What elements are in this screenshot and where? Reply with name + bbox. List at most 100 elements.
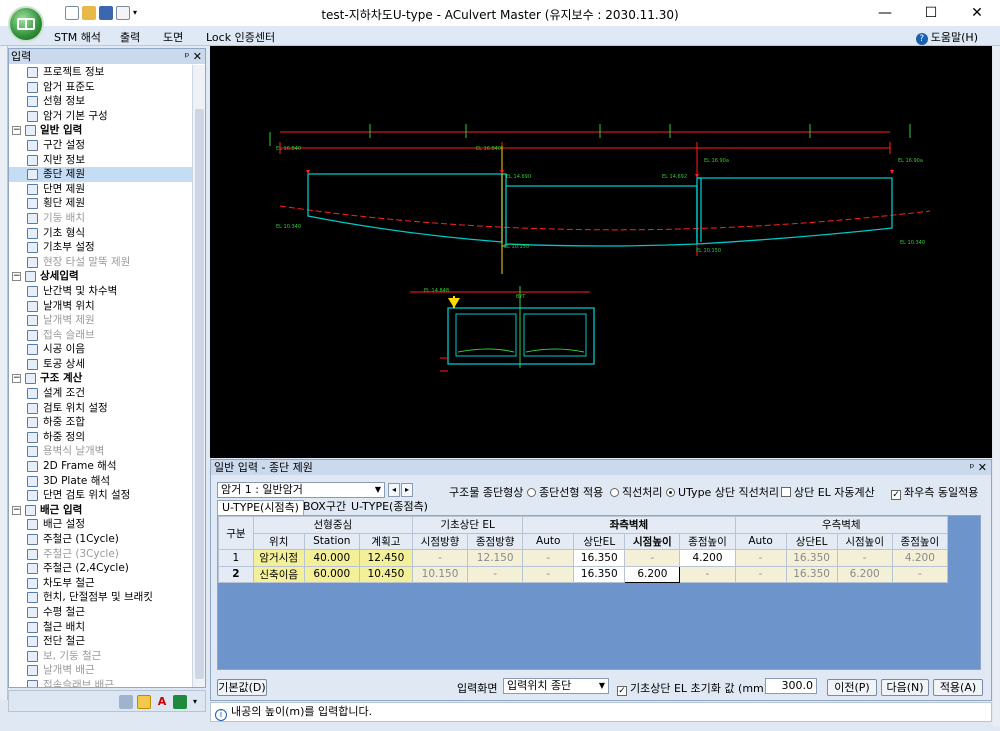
tree-item[interactable]: 하중 조합 [9, 415, 193, 430]
collapse-icon[interactable]: − [12, 505, 21, 515]
tree-scrollbar[interactable] [192, 65, 205, 687]
table-cell[interactable]: - [891, 565, 949, 583]
tree-view-icon[interactable] [137, 695, 151, 709]
tree-item[interactable]: 주철근 (2,4Cycle) [9, 561, 193, 576]
table-cell[interactable]: 40.000 [303, 549, 360, 567]
cad-drawing-view[interactable]: EL 16.840 EL 16.840 EL 14.690 EL 14.692 … [210, 46, 992, 458]
table-cell[interactable]: - [624, 549, 681, 567]
collapse-icon[interactable]: − [12, 126, 21, 136]
tree-category[interactable]: − 일반 입력 [9, 123, 193, 138]
table-cell[interactable]: - [679, 565, 736, 583]
table-cell[interactable]: 10.450 [358, 565, 413, 583]
input-screen-select[interactable]: 입력위치 종단 ▼ [503, 678, 609, 694]
tree-item[interactable]: 날개벽 제원 [9, 313, 193, 328]
tree-item[interactable]: 전단 철근 [9, 634, 193, 649]
table-cell[interactable]: 60.000 [303, 565, 360, 583]
maximize-button[interactable]: ☐ [908, 0, 954, 26]
tab-utype-end[interactable]: U-TYPE(종점측) [347, 500, 432, 515]
tree-item[interactable]: 기초부 설정 [9, 240, 193, 255]
table-cell[interactable]: 16.350 [785, 549, 838, 567]
table-cell[interactable]: 16.350 [573, 549, 626, 567]
table-cell[interactable]: 10.150 [411, 565, 469, 583]
tree-item[interactable]: 구간 설정 [9, 138, 193, 153]
tree-category[interactable]: − 상세입력 [9, 269, 193, 284]
tab-utype-start[interactable]: U-TYPE(시점측) [217, 500, 304, 515]
table-cell[interactable]: 16.350 [785, 565, 838, 583]
table-cell[interactable]: - [522, 565, 575, 583]
tree-item[interactable]: 주철근 (3Cycle) [9, 547, 193, 562]
tree-item[interactable]: 차도부 철근 [9, 576, 193, 591]
menu-stm[interactable]: STM 해석 [54, 29, 101, 45]
prev-box-icon[interactable]: ◂ [388, 483, 400, 497]
menu-output[interactable]: 출력 [120, 29, 140, 45]
table-cell[interactable]: 4.200 [679, 549, 736, 567]
scroll-thumb[interactable] [195, 109, 204, 679]
table-cell[interactable]: 6.200 [836, 565, 893, 583]
menu-lock[interactable]: Lock 인증센터 [206, 29, 275, 45]
tree-item[interactable]: 접속 슬래브 [9, 328, 193, 343]
tree-item[interactable]: 시공 이음 [9, 342, 193, 357]
minimize-button[interactable]: — [862, 0, 908, 26]
tree-item[interactable]: 배근 설정 [9, 517, 193, 532]
tree-item[interactable]: 암거 표준도 [9, 80, 193, 95]
table-cell[interactable]: - [411, 549, 469, 567]
radio-straight[interactable]: 직선처리 [610, 484, 662, 500]
tree-category[interactable]: − 구조 계산 [9, 371, 193, 386]
lr-same-checkbox[interactable]: ✓ 좌우측 동일적용 [891, 484, 978, 500]
next-button[interactable]: 다음(N) [881, 679, 929, 696]
tree-item[interactable]: 지반 정보 [9, 153, 193, 168]
dialog-pin-close[interactable]: ᵖ ✕ [970, 460, 987, 475]
table-cell[interactable]: 4.200 [891, 549, 949, 567]
table-cell[interactable]: - [836, 549, 893, 567]
toolbar-more-icon[interactable]: ▾ [193, 695, 207, 709]
prev-button[interactable]: 이전(P) [827, 679, 877, 696]
menu-drawing[interactable]: 도면 [163, 29, 183, 45]
auto-el-checkbox[interactable]: 상단 EL 자동계산 [781, 484, 875, 500]
apply-button[interactable]: 적용(A) [933, 679, 983, 696]
tree-item[interactable]: 날개벽 배근 [9, 663, 193, 678]
pdf-icon[interactable]: A [155, 695, 169, 709]
tree-item[interactable]: 기둥 배치 [9, 211, 193, 226]
app-menu-button[interactable] [8, 6, 44, 42]
table-cell[interactable]: 6.200 [624, 565, 681, 583]
tree-category[interactable]: − 배근 입력 [9, 503, 193, 518]
reset-value-input[interactable]: 300.0 [765, 678, 817, 694]
table-cell[interactable]: 12.450 [358, 549, 413, 567]
table-cell[interactable]: 12.150 [467, 549, 524, 567]
radio-longitudinal[interactable]: 종단선형 적용 [527, 484, 603, 500]
next-box-icon[interactable]: ▸ [401, 483, 413, 497]
table-cell[interactable]: 16.350 [573, 565, 626, 583]
tree-item[interactable]: 암거 기본 구성 [9, 109, 193, 124]
tree-item[interactable]: 선형 정보 [9, 94, 193, 109]
radio-utype-straight[interactable]: UType 상단 직선처리 [666, 484, 779, 500]
tree-item[interactable]: 날개벽 위치 [9, 299, 193, 314]
table-cell[interactable]: 암거시점 [252, 549, 305, 567]
tree-item[interactable]: 접속슬래브 배근 [9, 678, 193, 687]
tree-item[interactable]: 검토 위치 설정 [9, 401, 193, 416]
excel-icon[interactable] [173, 695, 187, 709]
reset-checkbox[interactable]: ✓ 기초상단 EL 초기화 값 (mm) [617, 680, 768, 696]
table-cell[interactable]: - [734, 549, 787, 567]
tree-item[interactable]: 3D Plate 해석 [9, 474, 193, 489]
tree-item[interactable]: 주철근 (1Cycle) [9, 532, 193, 547]
tree-item[interactable]: 설계 조건 [9, 386, 193, 401]
tree-item[interactable]: 수평 철근 [9, 605, 193, 620]
tree-item[interactable]: 보, 기둥 철근 [9, 649, 193, 664]
table-cell[interactable]: - [734, 565, 787, 583]
tree-item[interactable]: 토공 상세 [9, 357, 193, 372]
tree-item[interactable]: 횡단 제원 [9, 196, 193, 211]
tree-item[interactable]: 난간벽 및 차수벽 [9, 284, 193, 299]
tree-item[interactable]: 현장 타설 말뚝 제원 [9, 255, 193, 270]
tree-item[interactable]: 단면 제원 [9, 182, 193, 197]
default-button[interactable]: 기본값(D) [217, 679, 267, 696]
help-menu[interactable]: ? 도움말(H) [915, 29, 978, 45]
tree-item[interactable]: 철근 배치 [9, 620, 193, 635]
collapse-icon[interactable]: − [12, 272, 21, 282]
tab-box[interactable]: BOX구간 [299, 500, 350, 515]
table-cell[interactable]: - [522, 549, 575, 567]
box-select[interactable]: 암거 1 : 일반암거 ▼ [217, 482, 385, 498]
tree-item[interactable]: 용벽식 날개벽 [9, 444, 193, 459]
layer-icon[interactable] [119, 695, 133, 709]
tree-item[interactable]: 단면 검토 위치 설정 [9, 488, 193, 503]
tree-item[interactable]: 기초 형식 [9, 226, 193, 241]
